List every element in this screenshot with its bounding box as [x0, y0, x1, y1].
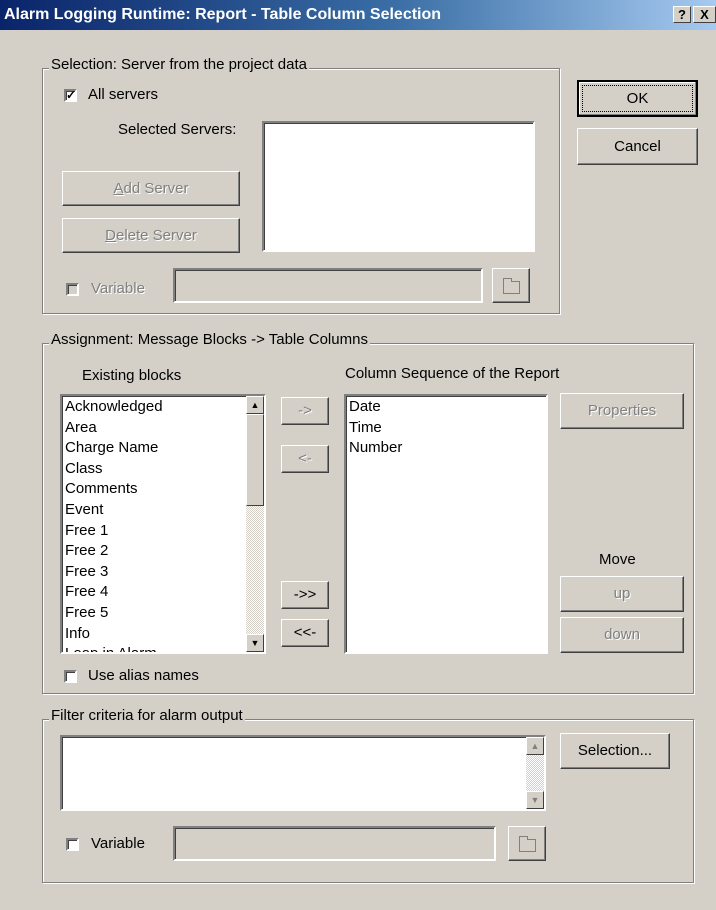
- move-down-button[interactable]: down: [560, 617, 684, 653]
- list-item[interactable]: Free 1: [62, 521, 246, 542]
- selected-servers-label: Selected Servers:: [118, 121, 237, 138]
- filter-variable-label: Variable: [91, 835, 145, 852]
- list-item[interactable]: Time: [346, 418, 402, 439]
- column-sequence-items: Date Time Number: [346, 397, 402, 459]
- window-title: Alarm Logging Runtime: Report - Table Co…: [4, 6, 442, 23]
- filter-selection-button[interactable]: Selection...: [560, 733, 670, 769]
- use-alias-names-label: Use alias names: [88, 667, 199, 684]
- list-item[interactable]: Info: [62, 624, 246, 645]
- selected-servers-list[interactable]: [262, 121, 535, 252]
- focus-rect: [582, 85, 693, 112]
- use-alias-names-checkbox[interactable]: [64, 670, 77, 683]
- list-item[interactable]: Loop in Alarm: [62, 644, 246, 652]
- filter-group-label: Filter criteria for alarm output: [49, 707, 245, 724]
- server-variable-label: Variable: [91, 280, 145, 297]
- table-column-selection-dialog: Alarm Logging Runtime: Report - Table Co…: [0, 0, 716, 910]
- scroll-up-arrow-icon[interactable]: ▲: [246, 396, 264, 414]
- filter-scroll-down-arrow-icon[interactable]: ▼: [526, 791, 544, 809]
- existing-blocks-header: Existing blocks: [82, 367, 182, 384]
- delete-server-hotkey: D: [105, 227, 116, 244]
- list-item[interactable]: Event: [62, 500, 246, 521]
- list-item[interactable]: Charge Name: [62, 438, 246, 459]
- add-all-label: ->>: [293, 586, 317, 603]
- list-item[interactable]: Area: [62, 418, 246, 439]
- server-variable-field[interactable]: [173, 268, 483, 303]
- assignment-group-label: Assignment: Message Blocks -> Table Colu…: [49, 331, 370, 348]
- remove-column-button[interactable]: <-: [281, 445, 329, 473]
- cancel-label: Cancel: [614, 138, 661, 155]
- all-servers-label: All servers: [88, 86, 159, 103]
- server-variable-browse-button[interactable]: [492, 268, 530, 303]
- scroll-down-arrow-icon[interactable]: ▼: [246, 634, 264, 652]
- help-button[interactable]: ?: [673, 6, 691, 23]
- list-item[interactable]: Number: [346, 438, 402, 459]
- filter-criteria-textbox[interactable]: ▲ ▼: [60, 735, 546, 811]
- existing-blocks-list[interactable]: Acknowledged Area Charge Name Class Comments…: [60, 394, 266, 654]
- properties-button[interactable]: Properties: [560, 393, 684, 429]
- filter-scrollbar[interactable]: ▲ ▼: [526, 737, 544, 809]
- move-label: Move: [599, 551, 636, 568]
- filter-variable-browse-button[interactable]: [508, 826, 546, 861]
- close-button[interactable]: X: [693, 6, 716, 23]
- move-up-label: up: [613, 585, 631, 602]
- server-group-label: Selection: Server from the project data: [49, 56, 309, 73]
- filter-selection-label: Selection...: [577, 742, 653, 759]
- list-item[interactable]: Acknowledged: [62, 397, 246, 418]
- filter-variable-checkbox[interactable]: [66, 838, 79, 851]
- list-item[interactable]: Class: [62, 459, 246, 480]
- delete-server-label-rest: elete Server: [115, 227, 197, 244]
- all-servers-checkbox[interactable]: ✓: [64, 89, 77, 102]
- folder-icon: [519, 836, 536, 852]
- existing-blocks-scrollbar[interactable]: ▲ ▼: [246, 396, 264, 652]
- remove-all-columns-button[interactable]: <<-: [281, 619, 329, 647]
- move-up-button[interactable]: up: [560, 576, 684, 612]
- ok-button[interactable]: OK: [577, 80, 698, 117]
- existing-blocks-items: Acknowledged Area Charge Name Class Comments…: [62, 397, 246, 652]
- folder-icon: [503, 278, 520, 294]
- add-column-button[interactable]: ->: [281, 397, 329, 425]
- list-item[interactable]: Comments: [62, 479, 246, 500]
- list-item[interactable]: Free 4: [62, 582, 246, 603]
- remove-column-label: <-: [298, 450, 312, 467]
- list-item[interactable]: Free 2: [62, 541, 246, 562]
- add-server-hotkey: A: [113, 180, 124, 197]
- server-variable-checkbox[interactable]: [66, 283, 79, 296]
- properties-label: Properties: [587, 402, 657, 419]
- move-down-label: down: [604, 626, 640, 643]
- title-bar[interactable]: Alarm Logging Runtime: Report - Table Co…: [0, 0, 716, 30]
- filter-scroll-up-arrow-icon[interactable]: ▲: [526, 737, 544, 755]
- filter-variable-field[interactable]: [173, 826, 496, 861]
- add-server-button[interactable]: Add Server: [62, 171, 240, 206]
- column-sequence-list[interactable]: Date Time Number: [344, 394, 548, 654]
- column-sequence-header: Column Sequence of the Report: [345, 365, 560, 382]
- list-item[interactable]: Date: [346, 397, 402, 418]
- remove-all-label: <<-: [293, 624, 317, 641]
- cancel-button[interactable]: Cancel: [577, 128, 698, 165]
- add-all-columns-button[interactable]: ->>: [281, 581, 329, 609]
- add-column-label: ->: [298, 402, 312, 419]
- list-item[interactable]: Free 3: [62, 562, 246, 583]
- scroll-thumb[interactable]: [246, 414, 264, 506]
- delete-server-label: Delete Server: [105, 227, 197, 244]
- list-item[interactable]: Free 5: [62, 603, 246, 624]
- delete-server-button[interactable]: Delete Server: [62, 218, 240, 253]
- add-server-label: Add Server: [113, 180, 188, 197]
- add-server-label-rest: dd Server: [123, 180, 189, 197]
